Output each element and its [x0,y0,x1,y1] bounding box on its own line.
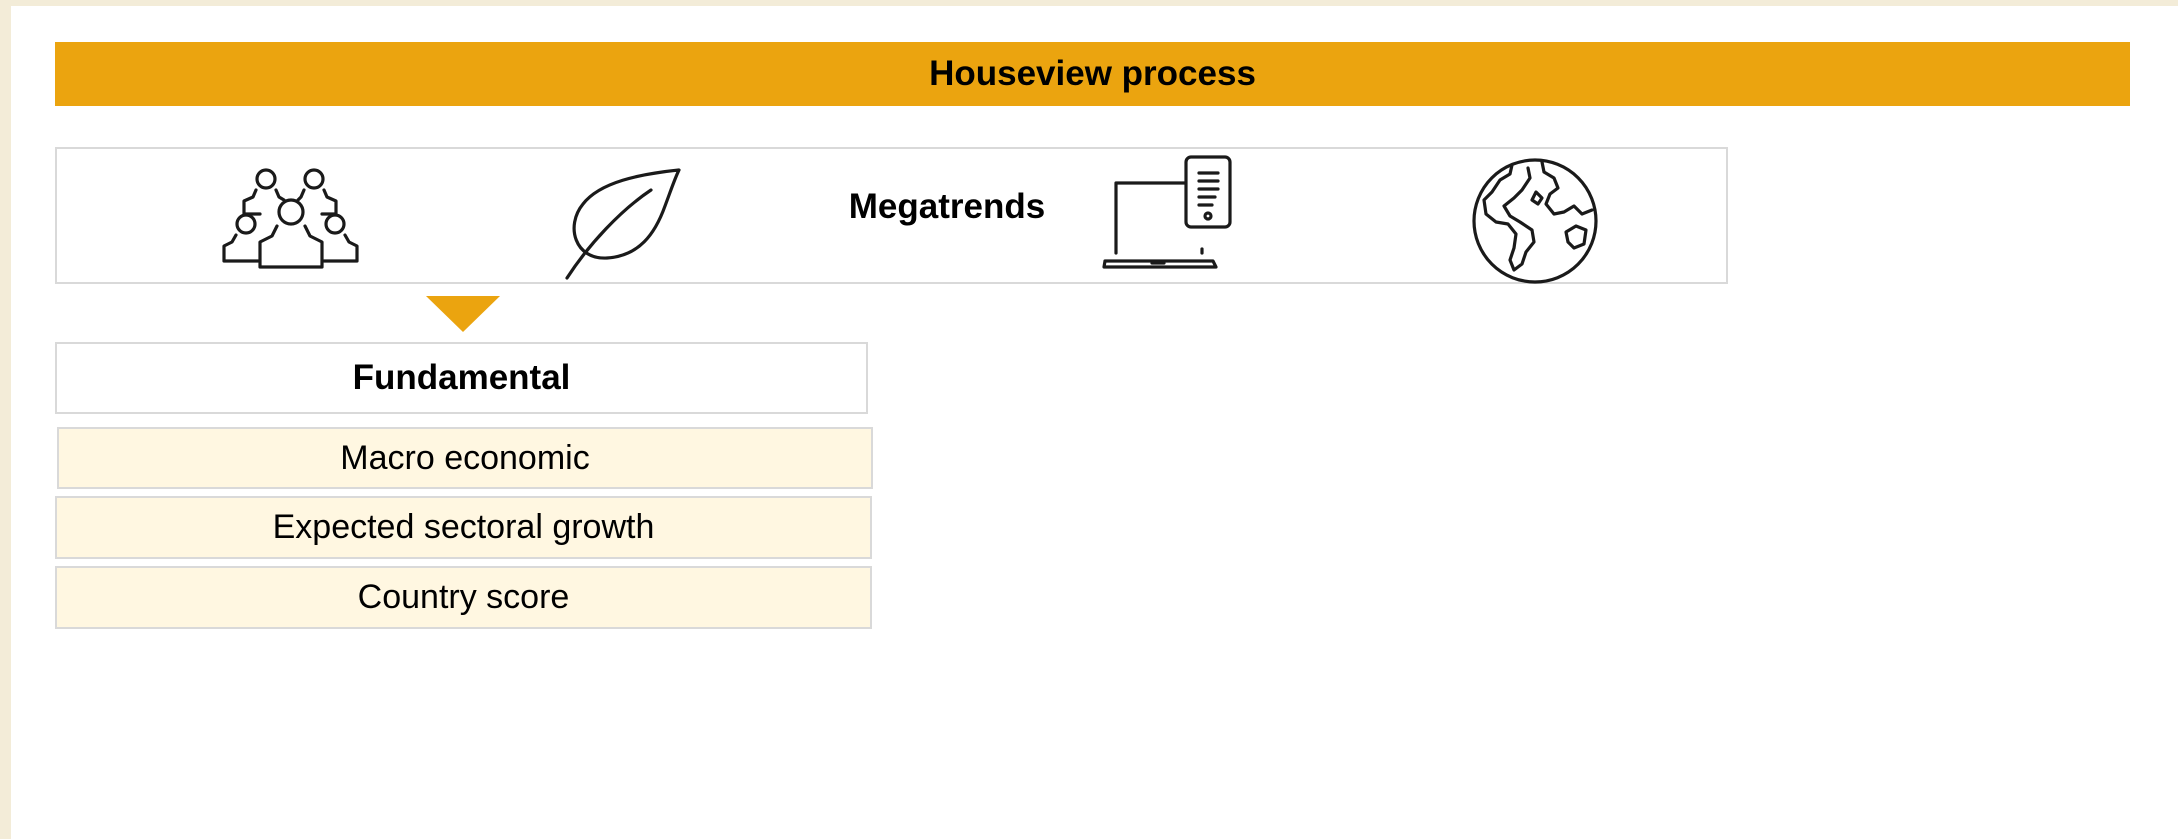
header-title: Houseview process [929,54,1256,93]
fundamental-item-macro-economic: Macro economic [57,427,873,489]
fundamental-item-label: Country score [357,578,570,616]
fundamental-item-label: Expected sectoral growth [272,508,655,546]
leaf-icon [555,162,685,282]
fundamental-item-label: Macro economic [340,438,590,477]
laptop-phone-icon [1102,153,1247,273]
fundamental-box: Fundamental [55,342,868,414]
globe-icon [1470,156,1600,286]
fundamental-item-country-score: Country score [55,566,872,629]
megatrends-box: Megatrends [55,147,1728,284]
fundamental-item-sectoral-growth: Expected sectoral growth [55,496,872,559]
diagram-canvas [11,6,2178,839]
people-group-icon [222,164,360,274]
fundamental-title: Fundamental [352,358,571,397]
megatrends-label: Megatrends [848,187,1046,226]
header-bar: Houseview process [55,42,2130,106]
flow-arrow-down-icon [426,296,500,332]
